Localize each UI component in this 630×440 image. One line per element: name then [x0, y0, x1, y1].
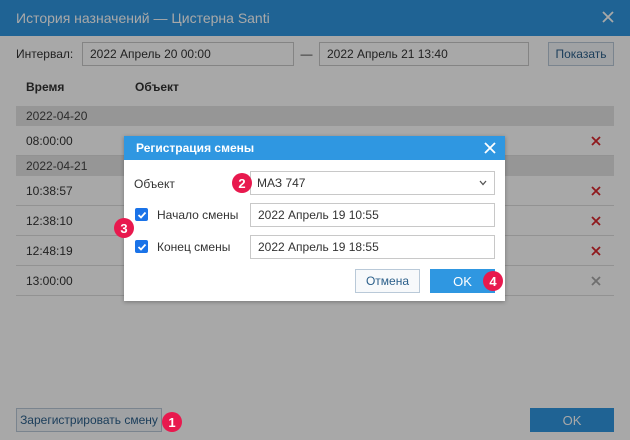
- object-select-value: МАЗ 747: [257, 176, 306, 190]
- object-label: Объект: [134, 177, 175, 191]
- check-icon: [137, 211, 146, 219]
- start-shift-label: Начало смены: [157, 208, 239, 222]
- start-shift-field[interactable]: 2022 Апрель 19 10:55: [250, 203, 495, 227]
- start-shift-checkbox[interactable]: [135, 208, 148, 221]
- cancel-button[interactable]: Отмена: [355, 269, 420, 293]
- step-badge-1: 1: [162, 412, 182, 432]
- check-icon: [137, 243, 146, 251]
- modal-title: Регистрация смены: [124, 136, 505, 160]
- step-badge-3: 3: [114, 218, 134, 238]
- end-shift-checkbox[interactable]: [135, 240, 148, 253]
- close-icon[interactable]: [483, 141, 497, 155]
- end-shift-label: Конец смены: [157, 240, 231, 254]
- shift-registration-modal: Регистрация смены Объект МАЗ 747 Начало …: [124, 136, 505, 301]
- step-badge-4: 4: [483, 271, 503, 291]
- chevron-down-icon: [479, 180, 487, 186]
- end-shift-field[interactable]: 2022 Апрель 19 18:55: [250, 235, 495, 259]
- step-badge-2: 2: [232, 173, 252, 193]
- object-select[interactable]: МАЗ 747: [250, 171, 495, 195]
